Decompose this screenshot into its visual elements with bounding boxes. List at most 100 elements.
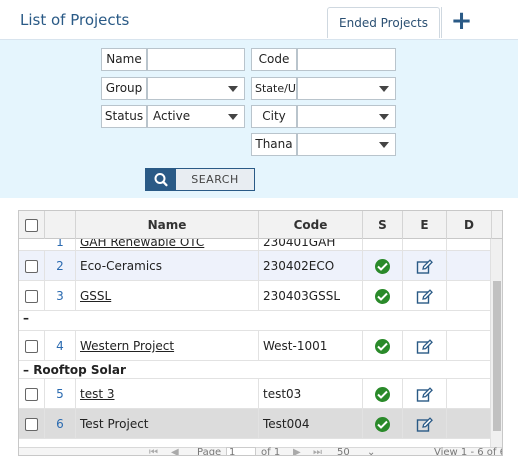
col-delete-header[interactable]: D — [447, 211, 492, 239]
group-label: Rooftop Solar — [33, 363, 126, 377]
group-header-row[interactable]: – Rooftop Solar — [19, 361, 492, 379]
status-cell — [363, 251, 403, 280]
check-circle-icon — [375, 387, 390, 402]
status-select-value: Active — [153, 109, 191, 123]
thana-select[interactable] — [297, 133, 396, 156]
add-project-button[interactable]: + — [441, 7, 481, 38]
delete-cell — [447, 281, 492, 310]
edit-icon[interactable] — [416, 416, 434, 433]
status-cell — [363, 331, 403, 360]
page-label: Page — [197, 447, 222, 456]
search-icon — [146, 169, 176, 190]
ended-projects-tab[interactable]: Ended Projects — [327, 7, 440, 38]
scrollbar-thumb[interactable] — [493, 281, 501, 431]
chevron-down-icon — [228, 86, 238, 92]
project-name: Test Project — [76, 409, 259, 438]
row-checkbox[interactable] — [25, 260, 38, 273]
prev-page-icon[interactable]: ◀ — [171, 447, 179, 455]
state-select[interactable] — [297, 77, 396, 100]
col-name-header[interactable]: Name — [76, 211, 259, 239]
table-row[interactable]: 4 Western Project West-1001 — [19, 331, 492, 361]
code-label: Code — [251, 48, 297, 71]
project-name: Eco-Ceramics — [76, 251, 259, 280]
row-select-cell — [19, 409, 45, 438]
project-code: 230402ECO — [259, 251, 363, 280]
group-label: Group — [101, 77, 147, 100]
project-name-link[interactable]: GSSL — [76, 281, 259, 310]
project-code: 230403GSSL — [259, 281, 363, 310]
project-name-link[interactable]: GAH Renewable OTC — [76, 239, 259, 250]
next-page-icon[interactable]: ▶ — [293, 447, 301, 455]
state-label: State/UT — [251, 77, 297, 100]
edit-cell — [403, 251, 447, 280]
status-cell — [363, 239, 403, 250]
edit-icon[interactable] — [416, 258, 434, 275]
table-row[interactable]: 1 GAH Renewable OTC 230401GAH — [19, 239, 492, 251]
collapse-icon[interactable]: – — [23, 311, 29, 325]
edit-icon[interactable] — [416, 386, 434, 403]
select-all-checkbox[interactable] — [25, 219, 38, 232]
edit-icon[interactable] — [416, 338, 434, 355]
page-number-input[interactable]: 1 — [226, 447, 256, 455]
edit-cell — [403, 281, 447, 310]
chevron-down-icon: ⌄ — [367, 447, 376, 456]
page-count: of 1 — [261, 447, 281, 456]
project-name-link[interactable]: test 3 — [76, 379, 259, 408]
table-row[interactable]: 2 Eco-Ceramics 230402ECO — [19, 251, 492, 281]
header-bar: List of Projects Ended Projects + — [0, 0, 518, 40]
delete-cell — [447, 251, 492, 280]
project-code: 230401GAH — [259, 239, 363, 250]
project-code: West-1001 — [259, 331, 363, 360]
view-range-text: View 1 - 6 of 6 — [434, 447, 503, 456]
grid-scrollbar[interactable] — [490, 239, 502, 447]
edit-cell — [403, 239, 447, 250]
project-name-link[interactable]: Western Project — [76, 331, 259, 360]
row-select-cell — [19, 331, 45, 360]
status-cell — [363, 409, 403, 438]
projects-grid: Name Code S E D 1 GAH Renewable OTC 2304… — [18, 210, 503, 456]
grid-pager: ⏮ ◀ Page 1 of 1 ▶ ⏭ 50 ⌄ View 1 - 6 of 6 — [19, 447, 503, 456]
page-size-select[interactable]: 50 — [337, 447, 350, 455]
status-cell — [363, 379, 403, 408]
group-header-row[interactable]: – — [19, 311, 492, 331]
status-select[interactable]: Active — [147, 105, 245, 128]
name-input[interactable] — [147, 48, 245, 71]
col-edit-header[interactable]: E — [403, 211, 447, 239]
check-circle-icon — [375, 259, 390, 274]
row-checkbox[interactable] — [25, 418, 38, 431]
row-number: 2 — [45, 251, 76, 280]
project-code: test03 — [259, 379, 363, 408]
table-row[interactable]: 6 Test Project Test004 — [19, 409, 492, 439]
check-circle-icon — [375, 289, 390, 304]
row-number: 6 — [45, 409, 76, 438]
code-input[interactable] — [297, 48, 396, 71]
check-circle-icon — [375, 339, 390, 354]
edit-cell — [403, 331, 447, 360]
last-page-icon[interactable]: ⏭ — [313, 447, 322, 455]
city-select[interactable] — [297, 105, 396, 128]
row-number: 3 — [45, 281, 76, 310]
row-number: 4 — [45, 331, 76, 360]
project-code: Test004 — [259, 409, 363, 438]
row-checkbox[interactable] — [25, 290, 38, 303]
row-checkbox[interactable] — [25, 340, 38, 353]
delete-cell — [447, 409, 492, 438]
first-page-icon[interactable]: ⏮ — [149, 447, 158, 455]
group-select[interactable] — [147, 77, 245, 100]
row-number: 1 — [45, 239, 76, 250]
collapse-icon[interactable]: – — [23, 363, 29, 377]
col-status-header[interactable]: S — [363, 211, 403, 239]
search-button[interactable]: SEARCH — [145, 168, 255, 191]
chevron-down-icon — [379, 86, 389, 92]
status-cell — [363, 281, 403, 310]
edit-icon[interactable] — [416, 288, 434, 305]
thana-label: Thana — [251, 133, 297, 156]
table-row[interactable]: 3 GSSL 230403GSSL — [19, 281, 492, 311]
delete-cell — [447, 379, 492, 408]
page-title: List of Projects — [20, 11, 130, 29]
delete-cell — [447, 331, 492, 360]
col-code-header[interactable]: Code — [259, 211, 363, 239]
check-circle-icon — [375, 417, 390, 432]
row-checkbox[interactable] — [25, 388, 38, 401]
table-row[interactable]: 5 test 3 test03 — [19, 379, 492, 409]
